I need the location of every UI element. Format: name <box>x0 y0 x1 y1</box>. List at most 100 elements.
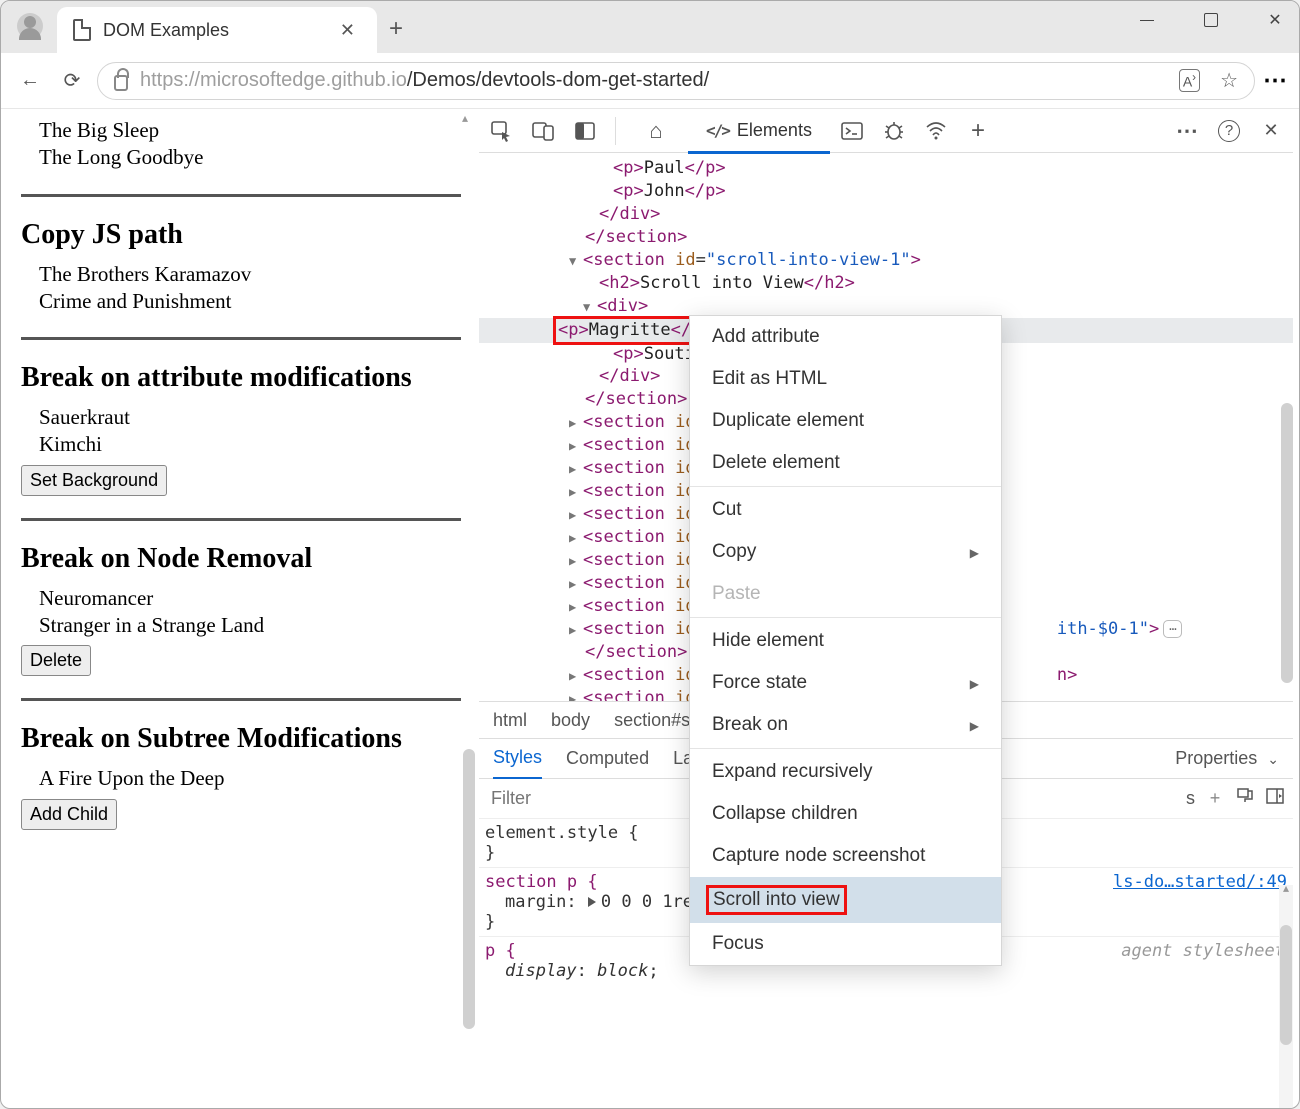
expand-toggle[interactable] <box>569 530 583 546</box>
properties-tab[interactable]: Properties ⌄ <box>1175 748 1279 769</box>
scroll-up-icon[interactable]: ▴ <box>1279 881 1293 895</box>
page-text: The Big Sleep <box>39 117 461 144</box>
help-icon[interactable] <box>1217 119 1241 143</box>
expand-toggle[interactable] <box>569 668 583 684</box>
back-button[interactable] <box>13 64 47 98</box>
chevron-right-icon <box>970 714 979 736</box>
context-menu: Add attribute Edit as HTML Duplicate ele… <box>689 315 1002 966</box>
section-heading: Break on attribute modifications <box>21 362 461 394</box>
profile-avatar[interactable] <box>17 13 43 39</box>
collapsed-badge[interactable]: ⋯ <box>1163 620 1182 638</box>
expand-toggle[interactable] <box>569 622 583 638</box>
elements-tab[interactable]: Elements <box>696 109 822 153</box>
add-child-button[interactable]: Add Child <box>21 799 117 830</box>
delete-button[interactable]: Delete <box>21 645 91 676</box>
browser-window: DOM Examples ✕ + https://microsoftedge.g… <box>0 0 1300 1109</box>
section-heading: Break on Node Removal <box>21 543 461 575</box>
agent-stylesheet-label: agent stylesheet <box>1121 941 1285 961</box>
page-icon <box>73 19 91 41</box>
expand-toggle[interactable] <box>569 691 583 701</box>
menu-capture-node-screenshot[interactable]: Capture node screenshot <box>690 835 1001 877</box>
network-conditions-icon[interactable] <box>924 119 948 143</box>
omnibox[interactable]: https://microsoftedge.github.io/Demos/de… <box>97 62 1255 100</box>
expand-toggle[interactable] <box>569 553 583 569</box>
issues-icon[interactable] <box>882 119 906 143</box>
menu-edit-as-html[interactable]: Edit as HTML <box>690 358 1001 400</box>
set-background-button[interactable]: Set Background <box>21 465 167 496</box>
expand-toggle[interactable] <box>569 576 583 592</box>
window-controls <box>1129 9 1293 30</box>
scroll-up-icon[interactable] <box>462 109 473 120</box>
close-window-button[interactable] <box>1257 9 1293 30</box>
page-text: Kimchi <box>39 431 461 458</box>
tab-close-button[interactable]: ✕ <box>332 16 363 45</box>
menu-delete-element[interactable]: Delete element <box>690 442 1001 484</box>
expand-toggle[interactable] <box>583 299 597 315</box>
reload-button[interactable] <box>55 64 89 98</box>
expand-toggle[interactable] <box>569 484 583 500</box>
home-icon <box>644 119 668 143</box>
favorite-icon[interactable] <box>1220 68 1238 93</box>
tab-title: DOM Examples <box>103 20 332 41</box>
chevron-right-icon <box>970 672 979 694</box>
menu-hide-element[interactable]: Hide element <box>690 620 1001 662</box>
page-text: Stranger in a Strange Land <box>39 612 461 639</box>
page-text: The Brothers Karamazov <box>39 261 461 288</box>
more-tools-icon[interactable]: + <box>966 119 990 143</box>
menu-focus[interactable]: Focus <box>690 923 1001 965</box>
divider <box>21 518 461 521</box>
browser-menu-button[interactable] <box>1263 66 1287 95</box>
styles-scrollbar-thumb[interactable] <box>1280 925 1292 1045</box>
sidebar-toggle-icon[interactable] <box>1265 788 1285 809</box>
expand-toggle[interactable] <box>569 461 583 477</box>
page-content: The Big Sleep The Long Goodbye Copy JS p… <box>7 109 475 1102</box>
styles-scrollbar-track[interactable]: ▴ <box>1279 885 1293 1109</box>
read-aloud-icon[interactable]: A› <box>1179 69 1200 92</box>
welcome-tab[interactable] <box>634 109 678 153</box>
menu-collapse-children[interactable]: Collapse children <box>690 793 1001 835</box>
menu-break-on[interactable]: Break on <box>690 704 1001 746</box>
devtools-toolbar: Elements + <box>479 109 1293 153</box>
menu-cut[interactable]: Cut <box>690 489 1001 531</box>
source-link[interactable]: ls-do…started/:49 <box>1113 872 1287 892</box>
page-text: Crime and Punishment <box>39 288 461 315</box>
expand-toggle[interactable] <box>569 507 583 523</box>
box-model-swatch-icon[interactable] <box>588 897 596 907</box>
inspect-element-icon[interactable] <box>489 119 513 143</box>
page-text: A Fire Upon the Deep <box>39 765 461 792</box>
breadcrumb-item[interactable]: body <box>551 710 590 731</box>
expand-toggle[interactable] <box>569 438 583 454</box>
code-icon <box>706 120 729 141</box>
menu-copy[interactable]: Copy <box>690 531 1001 573</box>
tab-label: Elements <box>737 120 812 141</box>
expand-toggle[interactable] <box>569 253 583 269</box>
add-rule-icon[interactable]: + <box>1205 788 1225 809</box>
lock-icon <box>114 75 128 91</box>
maximize-button[interactable] <box>1193 9 1229 30</box>
hover-state-toggle[interactable]: s <box>1186 788 1195 809</box>
device-emulation-icon[interactable] <box>531 119 555 143</box>
divider <box>21 194 461 197</box>
menu-expand-recursively[interactable]: Expand recursively <box>690 751 1001 793</box>
content-scrollbar[interactable] <box>463 749 475 1029</box>
console-icon[interactable] <box>840 119 864 143</box>
expand-toggle[interactable] <box>569 599 583 615</box>
dock-side-icon[interactable] <box>573 119 597 143</box>
breadcrumb-item[interactable]: html <box>493 710 527 731</box>
chevron-right-icon <box>970 541 979 563</box>
menu-force-state[interactable]: Force state <box>690 662 1001 704</box>
devtools-menu-icon[interactable] <box>1175 119 1199 143</box>
browser-tab[interactable]: DOM Examples ✕ <box>57 7 377 53</box>
minimize-button[interactable] <box>1129 9 1165 30</box>
menu-add-attribute[interactable]: Add attribute <box>690 316 1001 358</box>
elements-scrollbar[interactable] <box>1281 403 1293 683</box>
computed-tab[interactable]: Computed <box>566 739 649 779</box>
expand-toggle[interactable] <box>569 415 583 431</box>
devtools-close-icon[interactable] <box>1259 119 1283 143</box>
menu-scroll-into-view[interactable]: Scroll into view <box>690 877 1001 923</box>
styles-tab[interactable]: Styles <box>493 739 542 779</box>
new-tab-button[interactable]: + <box>389 15 403 43</box>
section-heading: Copy JS path <box>21 219 461 251</box>
menu-duplicate-element[interactable]: Duplicate element <box>690 400 1001 442</box>
paint-icon[interactable] <box>1235 787 1255 810</box>
